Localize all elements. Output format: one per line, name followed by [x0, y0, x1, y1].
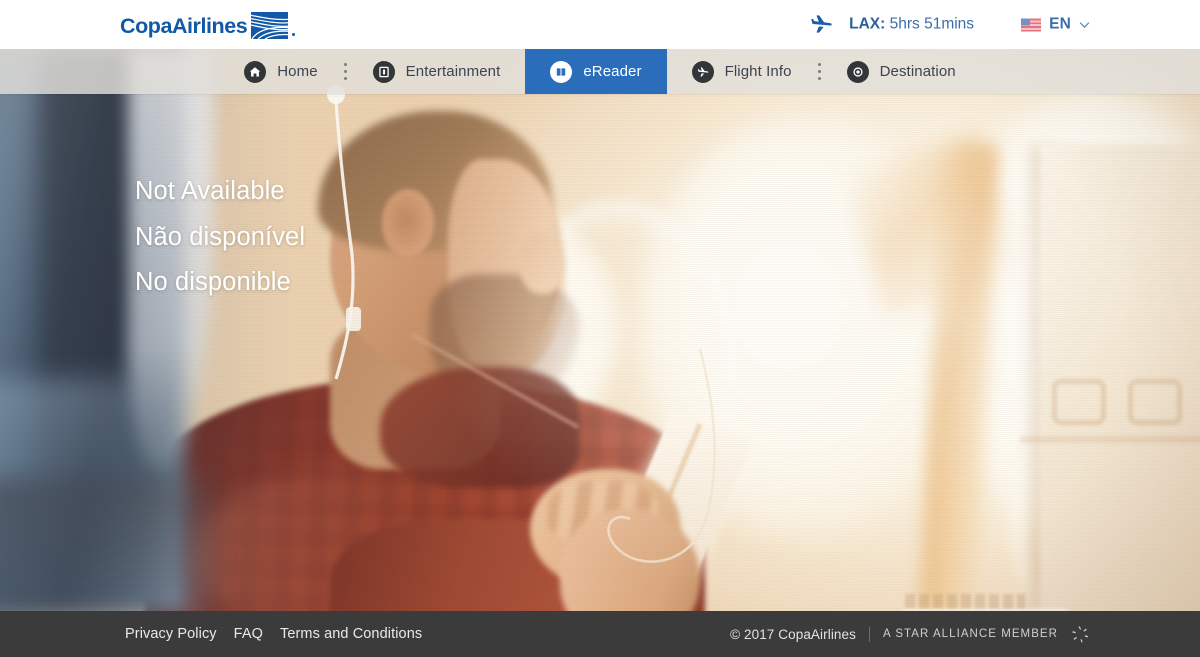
- footer-link-faq[interactable]: FAQ: [234, 626, 263, 642]
- airplane-circle-icon: [691, 60, 714, 83]
- footer-right-group: © 2017 CopaAirlines A STAR ALLIANCE MEMB…: [730, 625, 1090, 644]
- chevron-down-icon: [1079, 21, 1090, 28]
- logo-text: CopaAirlines: [120, 14, 248, 38]
- app-footer: Privacy Policy FAQ Terms and Conditions …: [0, 611, 1200, 657]
- nav-item-destination[interactable]: Destination: [822, 49, 981, 94]
- us-flag-icon: [1021, 18, 1042, 31]
- star-alliance-icon: [1072, 625, 1089, 642]
- language-code: EN: [1049, 15, 1071, 33]
- app-header: CopaAirlines LAX: 5hrs 51mins EN: [0, 0, 1200, 49]
- nav-item-ereader[interactable]: eReader: [525, 49, 667, 94]
- airplane-icon: [811, 14, 832, 33]
- message-en: Not Available: [135, 177, 285, 205]
- destination-code: LAX:: [849, 15, 886, 33]
- nav-label-flight-info: Flight Info: [724, 63, 792, 80]
- nav-label-home: Home: [277, 63, 318, 80]
- book-icon: [550, 60, 573, 83]
- footer-link-privacy-policy[interactable]: Privacy Policy: [125, 626, 217, 642]
- footer-link-terms[interactable]: Terms and Conditions: [280, 626, 422, 642]
- nav-item-flight-info[interactable]: Flight Info: [667, 49, 817, 94]
- copa-airlines-logo[interactable]: CopaAirlines: [120, 11, 296, 39]
- nav-label-destination: Destination: [879, 63, 956, 80]
- hero-banner: Not Available Não disponível No disponib…: [0, 49, 1200, 611]
- nav-item-entertainment[interactable]: Entertainment: [348, 49, 526, 94]
- ife-screen: CopaAirlines LAX: 5hrs 51mins EN Not Ava…: [0, 0, 1200, 657]
- main-navigation: Home Entertainment eReader Flight Info D…: [0, 49, 1200, 94]
- nav-label-ereader: eReader: [583, 63, 642, 80]
- nav-separator: [343, 63, 347, 80]
- time-remaining: 5hrs 51mins: [889, 15, 975, 33]
- language-selector[interactable]: EN: [1021, 16, 1090, 34]
- flight-status-text: LAX: 5hrs 51mins: [849, 16, 974, 34]
- flight-status: LAX: 5hrs 51mins: [810, 13, 974, 36]
- nav-label-entertainment: Entertainment: [405, 63, 501, 80]
- message-es: No disponible: [135, 268, 291, 296]
- footer-divider: [869, 626, 870, 642]
- star-alliance-text: A STAR ALLIANCE MEMBER: [883, 628, 1058, 640]
- target-location-icon: [846, 60, 869, 83]
- home-icon: [244, 60, 267, 83]
- footer-links: Privacy Policy FAQ Terms and Conditions: [125, 626, 422, 642]
- nav-item-home[interactable]: Home: [219, 49, 342, 94]
- cabin-photo: [0, 49, 1200, 611]
- unavailable-message: Not Available Não disponível No disponib…: [135, 177, 306, 296]
- media-player-icon: [372, 60, 395, 83]
- nav-separator: [817, 63, 821, 80]
- header-right-group: LAX: 5hrs 51mins EN: [810, 13, 1090, 36]
- logo-registered-dot: [292, 32, 296, 36]
- copyright-text: © 2017 CopaAirlines: [730, 626, 856, 642]
- message-pt: Não disponível: [135, 222, 306, 251]
- copa-wave-mark-icon: [251, 11, 289, 39]
